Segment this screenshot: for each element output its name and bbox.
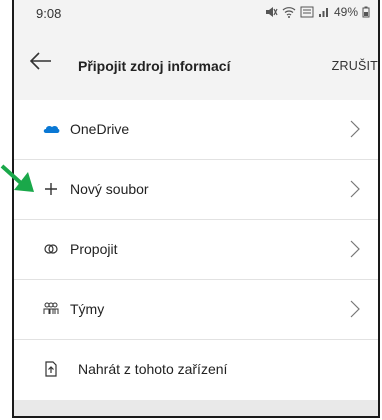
list-item-onedrive[interactable]: OneDrive xyxy=(14,100,378,160)
status-time: 9:08 xyxy=(36,6,62,21)
bottom-area xyxy=(14,400,378,416)
status-icons: 49% xyxy=(264,5,370,19)
chevron-right-icon xyxy=(350,180,360,198)
chevron-right-icon xyxy=(350,300,360,318)
battery-icon xyxy=(362,6,370,18)
onedrive-icon xyxy=(43,125,60,133)
battery-percent: 49% xyxy=(333,5,358,19)
status-bar: 9:08 49% xyxy=(14,0,378,28)
list-item-link[interactable]: Propojit xyxy=(14,220,378,280)
phone-screen: 9:08 49% Připojit zdroj informací ZRUŠIT… xyxy=(12,0,380,418)
list-item-upload[interactable]: Nahrát z tohoto zařízení xyxy=(14,340,378,399)
wifi-icon xyxy=(282,7,296,18)
list-item-label: Týmy xyxy=(70,301,105,317)
link-icon xyxy=(44,244,58,254)
mute-icon xyxy=(265,7,278,17)
page-title: Připojit zdroj informací xyxy=(78,58,231,74)
volte-icon xyxy=(300,6,314,18)
chevron-right-icon xyxy=(350,120,360,138)
plus-icon xyxy=(45,183,57,195)
app-header: Připojit zdroj informací ZRUŠIT xyxy=(14,28,378,94)
list-item-label: Nový soubor xyxy=(70,181,149,197)
annotation-arrow-icon xyxy=(0,164,34,192)
cancel-button[interactable]: ZRUŠIT xyxy=(332,59,378,73)
back-arrow-icon[interactable] xyxy=(30,52,52,70)
teams-icon xyxy=(43,302,59,314)
signal-icon xyxy=(318,8,328,17)
list-item-new-file[interactable]: Nový soubor xyxy=(14,160,378,220)
list-item-teams[interactable]: Týmy xyxy=(14,280,378,340)
list-item-label: Nahrát z tohoto zařízení xyxy=(78,361,228,377)
list-item-label: OneDrive xyxy=(70,121,130,137)
upload-icon xyxy=(45,361,57,377)
list-item-label: Propojit xyxy=(70,241,118,257)
source-list: OneDrive Nový soubor Propojit Týmy Nahrá… xyxy=(14,100,378,400)
chevron-right-icon xyxy=(350,240,360,258)
